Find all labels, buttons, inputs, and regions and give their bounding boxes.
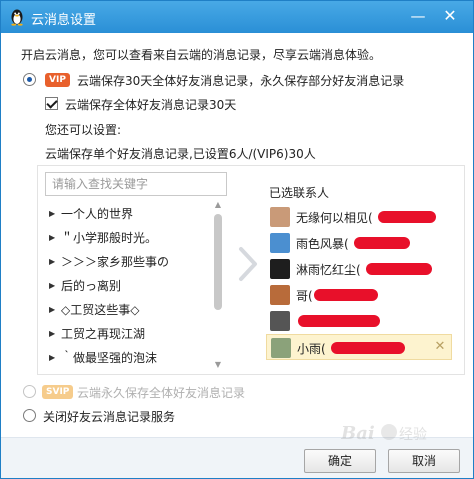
cloud-message-settings-window: 云消息设置 — ✕ 开启云消息，您可以查看来自云端的消息记录，尽享云端消息体验。…: [0, 0, 474, 479]
avatar: [270, 285, 290, 305]
avatar: [270, 207, 290, 227]
intro-text: 开启云消息，您可以查看来自云端的消息记录，尽享云端消息体验。: [21, 48, 382, 62]
redaction-mark: [331, 342, 405, 354]
list-item-label: 工贸之再现江湖: [61, 327, 146, 341]
expand-arrow-icon[interactable]: ▶: [49, 202, 55, 226]
search-input[interactable]: [46, 173, 226, 195]
selected-contacts-title: 已选联系人: [269, 186, 330, 200]
expand-arrow-icon[interactable]: ▶: [49, 322, 55, 346]
svip-option-radio[interactable]: [23, 385, 36, 398]
svg-text:Bai: Bai: [341, 423, 375, 444]
redaction-mark: [366, 263, 432, 275]
baidu-watermark-logo: Bai 经验: [341, 423, 427, 444]
title-bar: 云消息设置 — ✕: [1, 1, 473, 33]
expand-arrow-icon[interactable]: ▶: [49, 274, 55, 298]
ok-button[interactable]: 确定: [304, 449, 376, 473]
qq-penguin-icon: [9, 8, 25, 26]
expand-arrow-icon[interactable]: ▶: [49, 226, 55, 250]
list-item-label: ｀做最坚强的泡沫: [61, 351, 158, 365]
close-service-label[interactable]: 关闭好友云消息记录服务: [43, 408, 175, 425]
list-item[interactable]: ▶ ｀做最坚强的泡沫: [43, 346, 213, 370]
list-item[interactable]: ▶ ＞＞＞家乡那些事の: [43, 250, 213, 274]
friend-group-list: ▶ 一个人的世界 ▶ ＂小学那般时光。 ▶ ＞＞＞家乡那些事の ▶ 后的っ离别 …: [43, 200, 227, 370]
settings-content: 开启云消息，您可以查看来自云端的消息记录，尽享云端消息体验。 VIP 云端保存3…: [1, 33, 473, 478]
svip-badge: SVIP: [42, 385, 74, 399]
contact-name: 淋雨忆红尘(: [296, 263, 361, 277]
contact-name: 小雨(: [297, 342, 326, 356]
also-set-label: 您还可以设置:: [45, 123, 122, 137]
scroll-down-icon[interactable]: ▼: [213, 360, 223, 370]
save-all-checkbox-label[interactable]: 云端保存全体好友消息记录30天: [65, 96, 236, 113]
avatar: [270, 311, 290, 331]
expand-arrow-icon[interactable]: ▶: [49, 346, 55, 370]
redaction-mark: [298, 315, 380, 327]
scroll-up-icon[interactable]: ▲: [213, 200, 223, 210]
expand-arrow-icon[interactable]: ▶: [49, 298, 55, 322]
selected-contact-row[interactable]: 哥(: [266, 282, 452, 308]
avatar: [270, 259, 290, 279]
close-service-radio[interactable]: [23, 409, 36, 422]
transfer-arrow-icon[interactable]: [236, 246, 260, 282]
list-item-label: ＂小学那般时光。: [61, 231, 158, 245]
selected-contact-row[interactable]: [266, 308, 452, 334]
avatar: [271, 338, 291, 358]
minimize-button[interactable]: —: [405, 5, 431, 27]
expand-arrow-icon[interactable]: ▶: [49, 250, 55, 274]
close-button[interactable]: ✕: [437, 5, 463, 27]
selected-contact-row[interactable]: 雨色风暴(: [266, 230, 452, 256]
selected-contacts-list: 无缘何以相见( 雨色风暴( 淋雨忆红尘( 哥(小雨(✕: [266, 204, 452, 366]
search-box[interactable]: [45, 172, 227, 196]
redaction-mark: [378, 211, 436, 223]
contact-name: 哥(: [296, 289, 313, 303]
contact-selection-panel: ▶ 一个人的世界 ▶ ＂小学那般时光。 ▶ ＞＞＞家乡那些事の ▶ 后的っ离别 …: [37, 165, 465, 375]
list-item[interactable]: ▶ 后的っ离别: [43, 274, 213, 298]
remove-contact-icon[interactable]: ✕: [431, 338, 449, 356]
vip-option-label[interactable]: 云端保存30天全体好友消息记录，永久保存部分好友消息记录: [77, 72, 404, 89]
friend-list-scrollbar[interactable]: ▲ ▼: [211, 200, 225, 370]
avatar: [270, 233, 290, 253]
save-all-checkbox[interactable]: [45, 97, 58, 110]
selected-contact-row[interactable]: 淋雨忆红尘(: [266, 256, 452, 282]
single-friend-status: 云端保存单个好友消息记录,已设置6人/(VIP6)30人: [45, 147, 316, 161]
list-item[interactable]: ▶ 一个人的世界: [43, 202, 213, 226]
cancel-button[interactable]: 取消: [388, 449, 460, 473]
scroll-thumb[interactable]: [214, 214, 222, 310]
list-item[interactable]: ▶ ＂小学那般时光。: [43, 226, 213, 250]
selected-contact-row[interactable]: 小雨( ✕: [266, 334, 452, 360]
vip-badge: VIP: [45, 73, 70, 87]
list-item[interactable]: ▶ 工贸之再现江湖: [43, 322, 213, 346]
contact-name: 无缘何以相见(: [296, 211, 373, 225]
window-title: 云消息设置: [31, 13, 97, 28]
list-item[interactable]: ▶ ◇工贸这些事◇: [43, 298, 213, 322]
redaction-mark: [314, 289, 378, 301]
selected-contact-row[interactable]: 无缘何以相见(: [266, 204, 452, 230]
redaction-mark: [354, 237, 410, 249]
contact-name: 雨色风暴(: [296, 237, 349, 251]
list-item-label: 后的っ离别: [61, 279, 122, 293]
list-item-label: ◇工贸这些事◇: [61, 303, 140, 317]
svip-option-label[interactable]: 云端永久保存全体好友消息记录: [77, 384, 245, 401]
svg-text:经验: 经验: [399, 427, 427, 443]
vip-option-radio[interactable]: [23, 73, 36, 86]
list-item-label: 一个人的世界: [61, 207, 134, 221]
list-item-label: ＞＞＞家乡那些事の: [61, 255, 170, 269]
